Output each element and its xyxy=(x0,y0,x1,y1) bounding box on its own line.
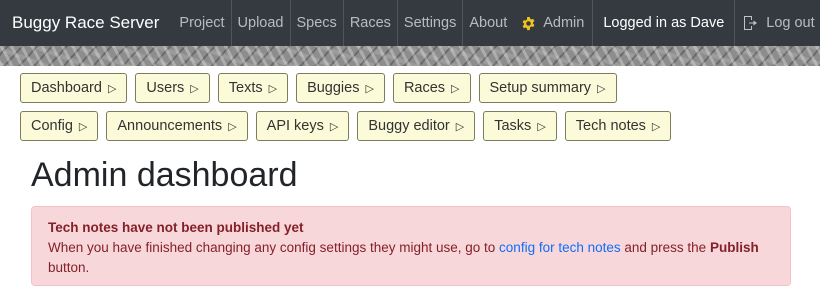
nav-admin[interactable]: Admin xyxy=(513,0,592,46)
logout-icon xyxy=(744,16,758,30)
page-title: Admin dashboard xyxy=(31,156,298,194)
play-icon: ▷ xyxy=(78,120,88,133)
button-label: Config xyxy=(31,118,73,134)
button-label: Buggies xyxy=(307,80,360,96)
button-label: Buggy editor xyxy=(368,118,450,134)
nav-races[interactable]: Races xyxy=(344,0,398,46)
admin-label: Admin xyxy=(543,15,585,31)
play-icon: ▷ xyxy=(455,120,465,133)
buggies-button[interactable]: Buggies ▷ xyxy=(296,73,385,103)
nav-about[interactable]: About xyxy=(463,0,513,46)
play-icon: ▷ xyxy=(268,82,278,95)
tech-notes-alert: Tech notes have not been published yet W… xyxy=(31,206,791,286)
play-icon: ▷ xyxy=(597,82,606,95)
api-keys-button[interactable]: API keys ▷ xyxy=(255,111,350,141)
button-label: Dashboard xyxy=(31,80,102,96)
button-label: Texts xyxy=(228,80,263,96)
play-icon: ▷ xyxy=(228,120,237,133)
nav-specs[interactable]: Specs xyxy=(291,0,344,46)
setup-summary-button[interactable]: Setup summary ▷ xyxy=(478,73,617,103)
alert-text-after: button. xyxy=(48,260,90,275)
alert-text-before: When you have finished changing any conf… xyxy=(48,240,496,255)
button-label: API keys xyxy=(266,118,324,134)
nav-project[interactable]: Project xyxy=(173,0,232,46)
top-navbar: Buggy Race Server Project Upload Specs R… xyxy=(0,0,820,46)
logout-link[interactable]: Log out xyxy=(735,0,820,46)
alert-text-mid: and press the xyxy=(624,240,707,255)
tasks-button[interactable]: Tasks ▷ xyxy=(483,111,557,141)
navbar-right: Admin Logged in as Dave Log out xyxy=(513,0,820,46)
publish-word: Publish xyxy=(709,240,759,255)
buggy-editor-button[interactable]: Buggy editor ▷ xyxy=(357,111,476,141)
logged-in-status: Logged in as Dave xyxy=(592,0,736,46)
button-label: Announcements xyxy=(117,118,223,134)
nav-upload[interactable]: Upload xyxy=(232,0,291,46)
play-icon: ▷ xyxy=(107,82,117,95)
button-label: Races xyxy=(403,80,446,96)
config-button[interactable]: Config ▷ xyxy=(20,111,99,141)
dashboard-button[interactable]: Dashboard ▷ xyxy=(20,73,128,103)
admin-buttons-row-2: Config ▷ Announcements ▷ API keys ▷ Buggy e… xyxy=(20,111,672,141)
tech-notes-button[interactable]: Tech notes ▷ xyxy=(564,111,672,141)
nav-settings[interactable]: Settings xyxy=(398,0,464,46)
button-label: Tech notes xyxy=(575,118,646,134)
alert-title: Tech notes have not been published yet xyxy=(48,220,304,235)
gear-icon xyxy=(522,16,535,30)
button-label: Users xyxy=(146,80,185,96)
play-icon: ▷ xyxy=(451,82,460,95)
play-icon: ▷ xyxy=(537,120,546,133)
play-icon: ▷ xyxy=(365,82,374,95)
button-label: Setup summary xyxy=(489,80,592,96)
play-icon: ▷ xyxy=(190,82,199,95)
admin-buttons-row-1: Dashboard ▷ Users ▷ Texts ▷ Buggies ▷ Races ▷… xyxy=(20,73,617,103)
races-button[interactable]: Races ▷ xyxy=(392,73,471,103)
alert-message: When you have finished changing any conf… xyxy=(48,238,774,278)
button-label: Tasks xyxy=(494,118,532,134)
header-banner-image xyxy=(0,46,820,66)
users-button[interactable]: Users ▷ xyxy=(135,73,210,103)
play-icon: ▷ xyxy=(651,120,661,133)
play-icon: ▷ xyxy=(329,120,339,133)
announcements-button[interactable]: Announcements ▷ xyxy=(106,111,248,141)
brand-link[interactable]: Buggy Race Server xyxy=(12,13,159,33)
texts-button[interactable]: Texts ▷ xyxy=(217,73,289,103)
logout-label: Log out xyxy=(766,15,815,31)
config-tech-notes-link[interactable]: config for tech notes xyxy=(499,240,621,255)
